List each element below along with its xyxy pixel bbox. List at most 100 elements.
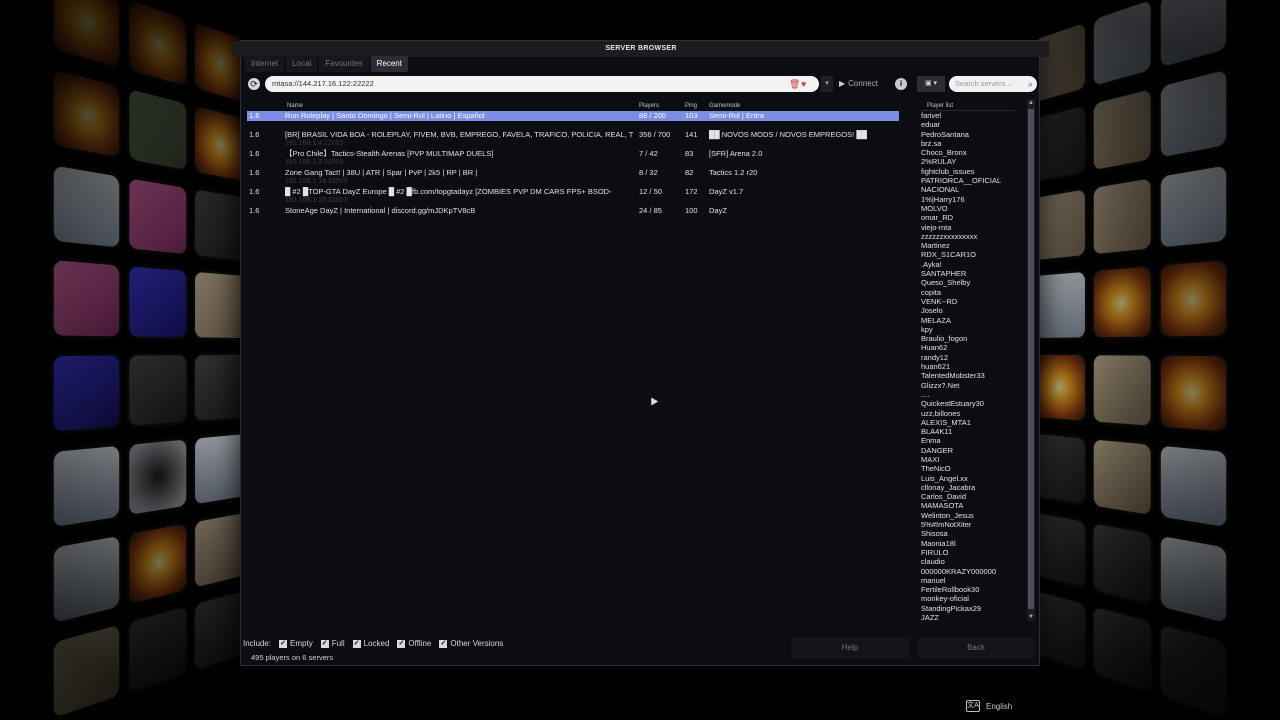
scroll-down-icon[interactable]: ▼ <box>1027 613 1035 621</box>
player-list-item: DANGER <box>921 445 954 455</box>
player-list-item: NACIONAL <box>921 185 960 195</box>
connect-button[interactable]: ▶ Connect <box>839 76 889 92</box>
language-label: English <box>986 701 1013 711</box>
server-players: 12 / 50 <box>639 187 662 196</box>
translate-icon: 文A <box>966 700 980 712</box>
player-list-item: Welinton_Jesus <box>921 510 974 520</box>
player-list-item: Joselo <box>921 306 943 316</box>
server-players: 7 / 42 <box>639 149 658 158</box>
player-list-item: Maonia18l <box>921 538 956 548</box>
player-list-item: viejo-mta <box>921 222 952 232</box>
refresh-icon[interactable]: ⟳ <box>248 78 260 90</box>
filter-label: Offline <box>408 639 432 648</box>
player-list-item: MAMASOTA <box>921 501 964 511</box>
server-row[interactable]: 1.6 [BR] BRASIL VIDA BOA - ROLEPLAY, FIV… <box>247 130 901 149</box>
include-label: Include: <box>243 639 272 648</box>
filter-empty-checkbox[interactable]: ✓ Empty <box>279 639 313 648</box>
address-input[interactable]: mtasa://144.217.16.122:22222 <box>265 76 819 92</box>
player-list-item: FIRULO <box>921 547 949 557</box>
player-list-item: omar_RD <box>921 213 954 223</box>
server-row[interactable]: 1.6 Zone Gang Tact! | 38U | ATR | Spar |… <box>247 168 901 187</box>
checkmark-icon: ✓ <box>320 639 329 648</box>
server-ping: 172 <box>685 187 698 196</box>
player-list-item: TheNicO <box>921 464 951 474</box>
server-row[interactable]: 1.6 █ #2 █TOP-GTA DayZ Europe █ #2 █fb.c… <box>247 187 901 206</box>
server-players: 8 / 32 <box>639 168 658 177</box>
filter-dropdown-button[interactable]: ▣ ▾ <box>917 76 945 92</box>
column-players[interactable]: Players <box>639 103 659 109</box>
server-gamemode: [SFR] Arena 2.0 <box>709 149 763 158</box>
filter-offline-checkbox[interactable]: ✓ Offline <box>397 639 431 648</box>
player-list-item: RDX_S1CAR1O <box>921 250 977 260</box>
server-ping: 82 <box>685 168 694 177</box>
heart-icon[interactable]: ♥ <box>801 79 806 89</box>
player-list-item: TalentedMobster33 <box>921 371 985 381</box>
column-name[interactable]: Name <box>287 103 303 109</box>
server-row[interactable]: 1.6 Run Roleplay | Santo Domingo | Semi-… <box>247 111 901 130</box>
server-ping: 83 <box>685 149 694 158</box>
trash-icon[interactable]: 🗑 <box>789 79 800 89</box>
history-dropdown-icon[interactable]: ▾ <box>821 76 833 92</box>
player-list-item: uzz,billones <box>921 408 961 418</box>
server-ip: 192.168.1.10:22003 <box>285 197 348 204</box>
back-button[interactable]: Back <box>917 637 1035 659</box>
filter-locked-checkbox[interactable]: ✓ Locked <box>352 639 389 648</box>
server-ip: 192.168.1.18:22003 <box>285 178 348 185</box>
info-icon[interactable]: i <box>895 78 907 90</box>
player-list-item: JAZZ <box>921 613 939 623</box>
player-list-item: kpy <box>921 324 933 334</box>
scroll-up-icon[interactable]: ▲ <box>1027 99 1035 107</box>
column-gamemode[interactable]: Gamemode <box>709 103 740 109</box>
server-version: 1.6 <box>249 187 260 196</box>
column-ping[interactable]: Ping <box>685 103 697 109</box>
server-gamemode: ██ NOVOS MODS / NOVOS EMPREGOS! ██ <box>709 130 867 139</box>
filter-full-checkbox[interactable]: ✓ Full <box>320 639 345 648</box>
server-count-status: 495 players on 6 servers <box>251 653 334 662</box>
checkmark-icon: ✓ <box>397 639 406 648</box>
player-list-item: MAXI <box>921 454 940 464</box>
player-list-item: FertileRollbook30 <box>921 585 980 595</box>
tab-internet[interactable]: Internet <box>245 56 285 72</box>
server-row[interactable]: 1.6 【Pro Chile】Tactics-Stealth Arenas [P… <box>247 149 901 168</box>
scrollbar-thumb[interactable] <box>1028 109 1034 609</box>
player-list-item: PATRIORCA__OFICIAL <box>921 176 1002 186</box>
player-list-scrollbar[interactable]: ▲ ▼ <box>1027 99 1035 621</box>
server-version: 1.6 <box>249 168 260 177</box>
server-ip: 192.168.1.3:22003 <box>285 159 344 166</box>
server-ping: 103 <box>685 111 698 120</box>
player-list-item: eduar <box>921 120 941 130</box>
tab-bar: Internet Local Favourites Recent <box>245 56 408 72</box>
language-selector[interactable]: 文A English <box>966 700 1012 712</box>
player-list-item: copita <box>921 287 942 297</box>
player-list-item: fightclub_issues <box>921 166 975 176</box>
player-list-item: Martinez <box>921 241 950 251</box>
player-list-item: Glizzx?.Net <box>921 380 960 390</box>
server-version: 1.6 <box>249 149 260 158</box>
filter-other-versions-checkbox[interactable]: ✓ Other Versions <box>439 639 503 648</box>
window-title: SERVER BROWSER <box>233 41 1049 57</box>
help-button[interactable]: Help <box>791 637 909 659</box>
server-gamemode: DayZ <box>709 206 727 215</box>
player-list-item: Shisosa <box>921 529 948 539</box>
player-list-item: ALEXIS_MTA1 <box>921 417 971 427</box>
server-name: StoneAge DayZ | International | discord.… <box>285 206 476 215</box>
player-list-item: SANTAPHER <box>921 269 967 279</box>
checkmark-icon: ✓ <box>352 639 361 648</box>
player-list-item: brz.sa <box>921 138 942 148</box>
checkmark-icon: ✓ <box>439 639 448 648</box>
tab-local[interactable]: Local <box>286 56 318 72</box>
tab-recent[interactable]: Recent <box>370 56 408 72</box>
tab-favourites[interactable]: Favourites <box>319 56 369 72</box>
filter-label: Full <box>331 639 345 648</box>
player-list-item: zzzzzzxxxxxxxxx <box>921 231 978 241</box>
player-list-item: monkey-oficial <box>921 594 969 604</box>
server-row[interactable]: 1.6 StoneAge DayZ | International | disc… <box>247 206 901 225</box>
server-version: 1.6 <box>249 111 260 120</box>
player-list-item: cllonay_Jacabra <box>921 482 976 492</box>
checkmark-icon: ✓ <box>279 639 288 648</box>
server-players: 88 / 200 <box>639 111 667 120</box>
search-input[interactable]: Search servers... ⌕ <box>949 76 1037 92</box>
player-list-item: .Ayka! <box>921 259 942 269</box>
player-list-item: BLA4K11 <box>921 427 953 437</box>
player-list-item: Choco_Bronx <box>921 148 967 158</box>
